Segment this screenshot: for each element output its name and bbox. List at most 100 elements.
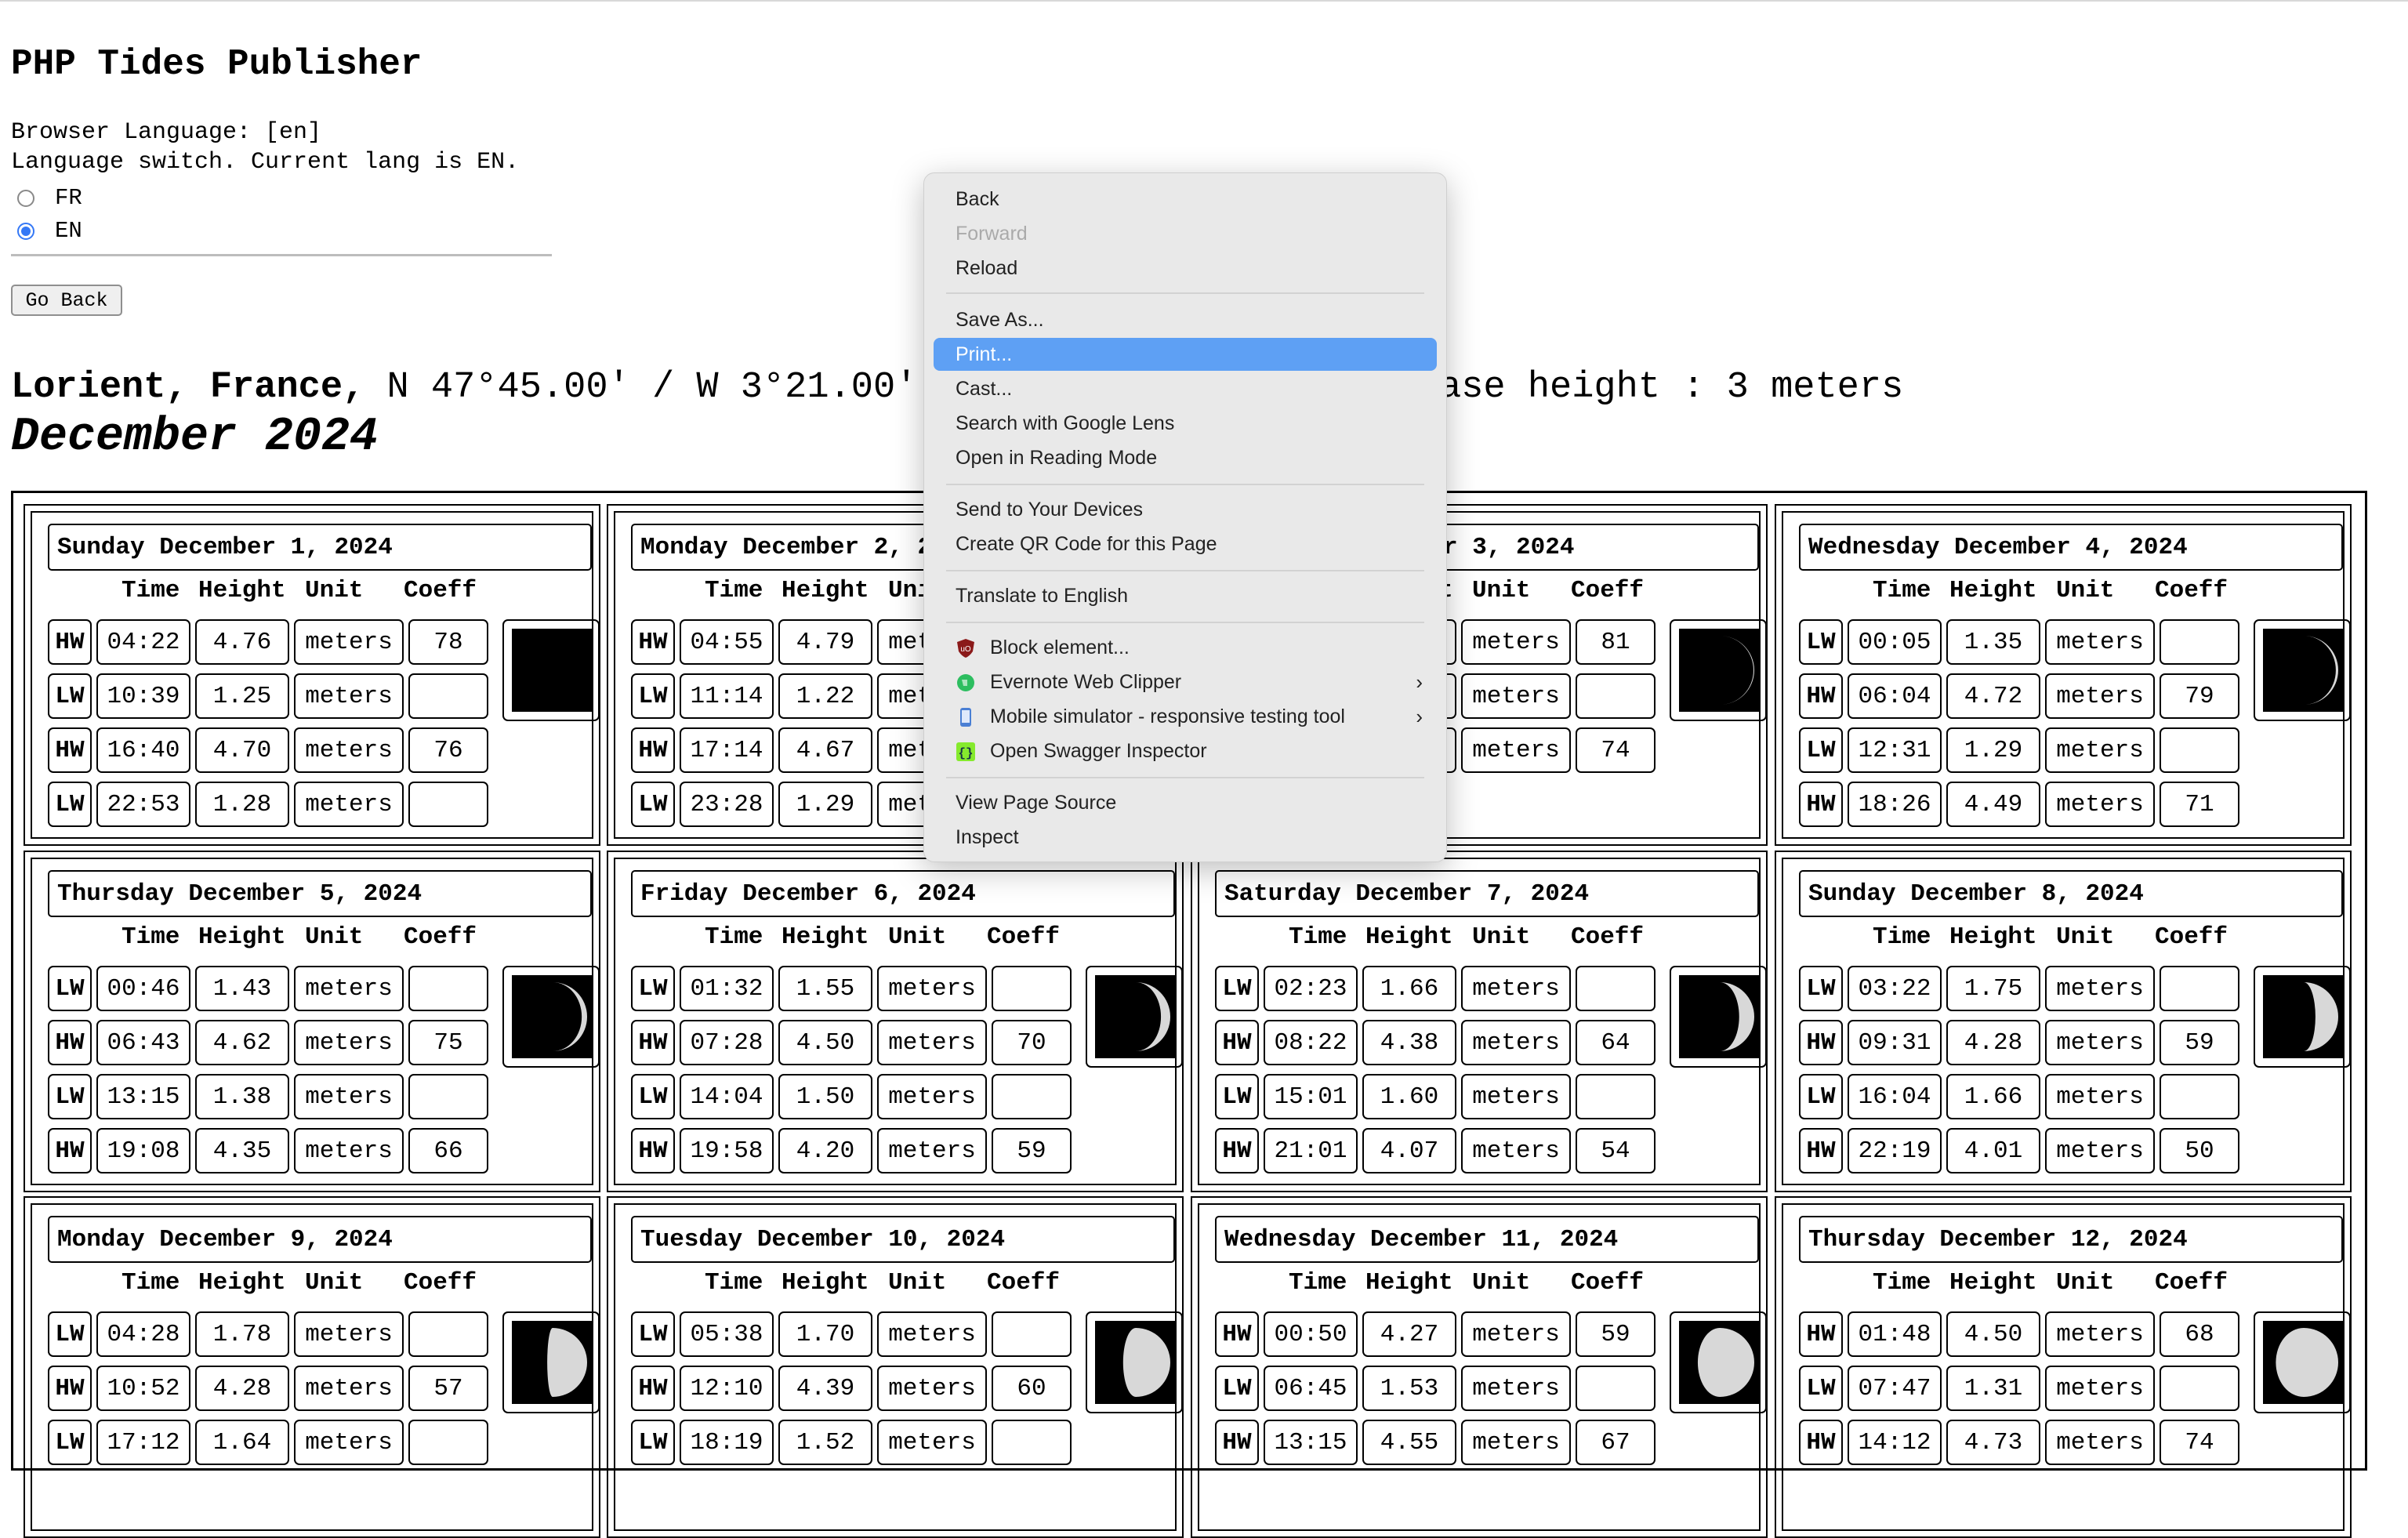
- menu-item-send-to-your-devices[interactable]: Send to Your Devices: [934, 493, 1437, 526]
- tide-unit: meters: [2045, 782, 2155, 827]
- menu-item-evernote-web-clipper[interactable]: Evernote Web Clipper ›: [934, 666, 1437, 698]
- swagger-braces-icon: {}: [956, 742, 975, 761]
- tide-height: 4.72: [1946, 673, 2040, 719]
- menu-separator: [946, 777, 1424, 778]
- col-head-time: Time: [705, 923, 763, 951]
- tide-height: 1.78: [195, 1311, 289, 1357]
- tide-time: 13:15: [96, 1074, 190, 1119]
- menu-item-open-in-reading-mode[interactable]: Open in Reading Mode: [934, 441, 1437, 474]
- menu-item-mobile-simulator-responsive-testing-tool[interactable]: Mobile simulator - responsive testing to…: [934, 700, 1437, 733]
- col-head-unit: Unit: [1472, 577, 1531, 604]
- col-head-coeff: Coeff: [404, 1269, 477, 1297]
- day-card-inner: Thursday December 12, 2024 Time Height Unit…: [1782, 1203, 2351, 1531]
- menu-item-back[interactable]: Back: [934, 183, 1437, 216]
- tide-coeff: 79: [2160, 673, 2239, 719]
- moon-box: [502, 619, 600, 721]
- moon-box: [502, 966, 600, 1068]
- tide-coeff: [408, 1074, 488, 1119]
- menu-item-save-as[interactable]: Save As...: [934, 303, 1437, 336]
- svg-text:{}: {}: [958, 746, 973, 760]
- tide-time: 04:28: [96, 1311, 190, 1357]
- menu-item-label: Mobile simulator - responsive testing to…: [990, 705, 1345, 727]
- menu-item-label: Reload: [956, 256, 1018, 279]
- tide-coeff: 60: [992, 1366, 1072, 1411]
- day-card: Tuesday December 10, 2024 Time Height Unit C…: [607, 1196, 1184, 1538]
- ublock-shield-icon: uO: [957, 639, 974, 658]
- menu-item-label: Evernote Web Clipper: [990, 670, 1182, 693]
- day-card-inner: Wednesday December 11, 2024 Time Height Uni…: [1198, 1203, 1767, 1531]
- moon-phase-icon: [512, 1321, 593, 1404]
- menu-item-open-swagger-inspector[interactable]: {} Open Swagger Inspector: [934, 735, 1437, 767]
- col-head-time: Time: [1289, 923, 1347, 951]
- moon-box: [2254, 619, 2351, 721]
- tide-type: LW: [1799, 727, 1843, 773]
- menu-item-inspect[interactable]: Inspect: [934, 821, 1437, 854]
- day-title: Thursday December 12, 2024: [1799, 1216, 2343, 1263]
- menu-item-label: Back: [956, 187, 999, 210]
- tide-height: 1.43: [195, 966, 289, 1011]
- day-card-inner: Saturday December 7, 2024 Time Height Unit C…: [1198, 858, 1767, 1185]
- tide-coeff: [1576, 673, 1656, 719]
- tide-height: 4.55: [1362, 1420, 1456, 1465]
- menu-item-view-page-source[interactable]: View Page Source: [934, 786, 1437, 819]
- day-card: Friday December 6, 2024 Time Height Unit Coe…: [607, 851, 1184, 1192]
- tide-height: 1.29: [1946, 727, 2040, 773]
- col-head-time: Time: [121, 577, 180, 604]
- tide-coeff: [1576, 966, 1656, 1011]
- tide-time: 17:14: [680, 727, 774, 773]
- tide-type: HW: [1799, 1420, 1843, 1465]
- menu-item-cast[interactable]: Cast...: [934, 372, 1437, 405]
- tide-coeff: [992, 1074, 1072, 1119]
- lang-option-fr[interactable]: FR: [17, 185, 82, 211]
- col-head-unit: Unit: [2056, 577, 2115, 604]
- radio-fr[interactable]: [17, 189, 34, 207]
- col-head-height: Height: [782, 1269, 869, 1297]
- tide-coeff: 70: [992, 1020, 1072, 1065]
- lang-option-en[interactable]: EN: [17, 218, 82, 244]
- tide-time: 07:47: [1848, 1366, 1942, 1411]
- menu-separator: [946, 622, 1424, 623]
- browser-language-text: Browser Language: [en]: [11, 119, 322, 146]
- day-card-inner: Tuesday December 10, 2024 Time Height Unit C…: [614, 1203, 1183, 1531]
- col-head-height: Height: [1365, 1269, 1453, 1297]
- radio-en[interactable]: [17, 222, 34, 240]
- menu-item-label: Save As...: [956, 308, 1044, 331]
- menu-item-create-qr-code-for-this-page[interactable]: Create QR Code for this Page: [934, 528, 1437, 560]
- tide-type: HW: [631, 1366, 675, 1411]
- col-head-time: Time: [1873, 577, 1931, 604]
- tide-type: LW: [48, 966, 92, 1011]
- day-card: Wednesday December 11, 2024 Time Height Uni…: [1191, 1196, 1768, 1538]
- menu-item-label: Forward: [956, 222, 1028, 245]
- tide-time: 00:46: [96, 966, 190, 1011]
- tide-type: LW: [631, 1311, 675, 1357]
- menu-item-print[interactable]: Print...: [934, 338, 1437, 371]
- moon-phase-icon: [1095, 1321, 1177, 1404]
- day-card-inner: Wednesday December 4, 2024 Time Height Unit…: [1782, 511, 2351, 839]
- tide-time: 21:01: [1264, 1128, 1358, 1173]
- tide-coeff: [1576, 1074, 1656, 1119]
- menu-item-label: Inspect: [956, 825, 1019, 848]
- day-card: Wednesday December 4, 2024 Time Height Unit…: [1775, 504, 2352, 846]
- tide-unit: meters: [2045, 1420, 2155, 1465]
- moon-box: [1670, 1311, 1767, 1413]
- tide-coeff: [408, 673, 488, 719]
- menu-item-label: Print...: [956, 343, 1013, 365]
- day-card: Thursday December 5, 2024 Time Height Unit C…: [24, 851, 600, 1192]
- tide-type: LW: [48, 1420, 92, 1465]
- menu-item-search-with-google-lens[interactable]: Search with Google Lens: [934, 407, 1437, 440]
- tide-unit: meters: [294, 727, 404, 773]
- tide-coeff: 68: [2160, 1311, 2239, 1357]
- tide-coeff: [408, 1420, 488, 1465]
- tide-type: HW: [1215, 1128, 1259, 1173]
- menu-item-translate-to-english[interactable]: Translate to English: [934, 579, 1437, 612]
- tide-unit: meters: [877, 1074, 987, 1119]
- tide-time: 17:12: [96, 1420, 190, 1465]
- context-menu: Back Forward Reload Save As... Print... Cast.…: [923, 172, 1447, 862]
- tide-time: 03:22: [1848, 966, 1942, 1011]
- tide-height: 4.49: [1946, 782, 2040, 827]
- menu-item-reload[interactable]: Reload: [934, 252, 1437, 285]
- menu-item-forward: Forward: [934, 217, 1437, 250]
- menu-item-block-element[interactable]: uO Block element...: [934, 631, 1437, 664]
- tide-unit: meters: [294, 782, 404, 827]
- go-back-button[interactable]: Go Back: [11, 285, 122, 316]
